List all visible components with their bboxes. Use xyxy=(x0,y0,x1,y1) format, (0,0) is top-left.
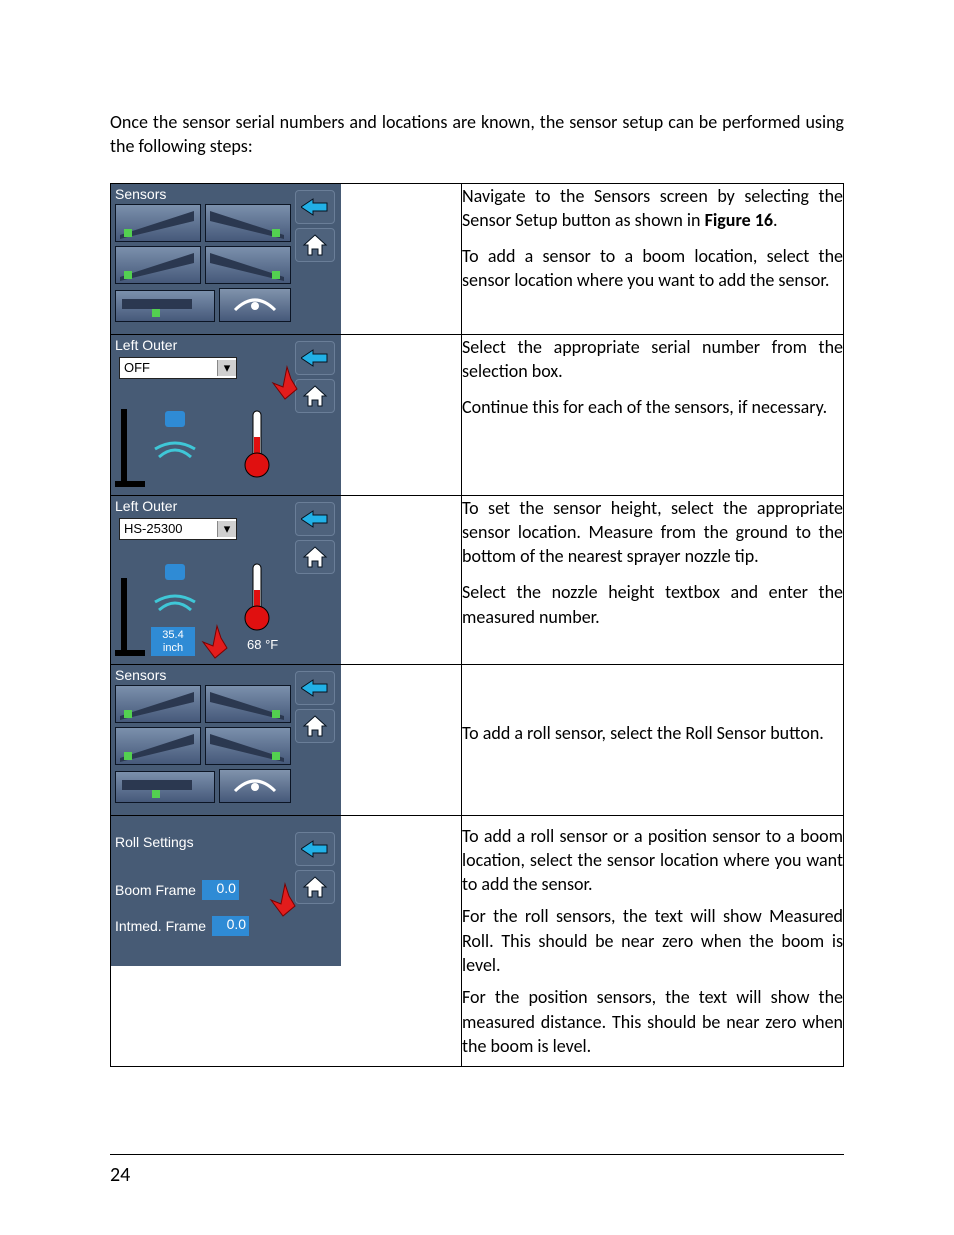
back-button[interactable] xyxy=(295,832,335,866)
ultrasonic-sensor-icon xyxy=(147,562,203,618)
roll-sensor-button[interactable] xyxy=(219,288,291,322)
panel-title: Sensors xyxy=(115,186,166,202)
boom-bottom-left[interactable] xyxy=(115,727,201,765)
boom-frame-icon xyxy=(115,578,145,660)
roll-row-boom-frame[interactable]: Boom Frame 0.0 xyxy=(115,880,239,900)
boom-center[interactable] xyxy=(115,290,215,322)
back-arrow-icon xyxy=(301,197,329,217)
boom-top-right[interactable] xyxy=(205,204,291,242)
roll-sensor-button[interactable] xyxy=(219,769,291,803)
back-button[interactable] xyxy=(295,502,335,536)
roll-settings-panel: Roll Settings Boom Frame 0.0 Intmed. Fra… xyxy=(111,816,341,966)
row2-text1: Select the appropriate serial number fro… xyxy=(462,335,843,384)
row3-text2: Select the nozzle height textbox and ent… xyxy=(462,580,843,629)
roll-row-intmed-frame[interactable]: Intmed. Frame 0.0 xyxy=(115,916,249,936)
panel-title: Left Outer xyxy=(115,498,177,514)
dropdown-caret-icon: ▾ xyxy=(217,360,236,376)
back-button[interactable] xyxy=(295,671,335,705)
row5-text3: For the position sensors, the text will … xyxy=(462,985,843,1058)
boom-top-right[interactable] xyxy=(205,685,291,723)
panel-title: Sensors xyxy=(115,667,166,683)
roll-sensor-icon xyxy=(229,294,281,316)
serial-select-value: HS-25300 xyxy=(120,521,217,536)
boom-top-left[interactable] xyxy=(115,204,201,242)
home-button[interactable] xyxy=(295,709,335,743)
serial-select-value: OFF xyxy=(120,360,217,375)
sensors-panel: Sensors xyxy=(111,665,341,815)
dropdown-caret-icon: ▾ xyxy=(217,521,236,537)
intro-text: Once the sensor serial numbers and locat… xyxy=(110,110,844,159)
row5-text1: To add a roll sensor or a position senso… xyxy=(462,824,843,897)
home-button[interactable] xyxy=(295,228,335,262)
row2-text2: Continue this for each of the sensors, i… xyxy=(462,395,843,419)
row3-text1: To set the sensor height, select the app… xyxy=(462,496,843,569)
height-value: 35.4 xyxy=(151,629,195,641)
roll-row-value: 0.0 xyxy=(212,916,249,936)
panel-title: Roll Settings xyxy=(115,834,194,850)
panel-title: Left Outer xyxy=(115,337,177,353)
home-icon xyxy=(302,545,328,569)
height-unit: inch xyxy=(151,642,195,654)
temperature-label: 68 °F xyxy=(247,637,278,652)
sensors-panel: Sensors xyxy=(111,184,341,334)
boom-frame-icon xyxy=(115,409,145,491)
home-icon xyxy=(302,714,328,738)
nozzle-height-textbox[interactable]: 35.4 inch xyxy=(151,627,195,655)
roll-sensor-icon xyxy=(229,775,281,797)
footer-rule xyxy=(110,1154,844,1155)
row4-text1: To add a roll sensor, select the Roll Se… xyxy=(462,721,843,745)
page-number: 24 xyxy=(110,1163,130,1187)
serial-select[interactable]: OFF ▾ xyxy=(119,357,237,379)
home-button[interactable] xyxy=(295,540,335,574)
left-outer-set-panel: Left Outer HS-25300 ▾ xyxy=(111,496,341,664)
hand-cursor-icon xyxy=(261,876,307,922)
back-arrow-icon xyxy=(301,839,329,859)
boom-bottom-right[interactable] xyxy=(205,246,291,284)
ultrasonic-sensor-icon xyxy=(147,409,203,465)
row5-text2: For the roll sensors, the text will show… xyxy=(462,904,843,977)
thermometer-icon xyxy=(243,409,271,481)
boom-center[interactable] xyxy=(115,771,215,803)
serial-select[interactable]: HS-25300 ▾ xyxy=(119,518,237,540)
roll-row-label: Boom Frame xyxy=(115,882,196,898)
row1-text1: Navigate to the Sensors screen by select… xyxy=(462,184,843,233)
boom-bottom-right[interactable] xyxy=(205,727,291,765)
back-arrow-icon xyxy=(301,509,329,529)
home-icon xyxy=(302,233,328,257)
steps-table: Sensors xyxy=(110,183,844,1068)
hand-cursor-icon xyxy=(263,359,309,405)
roll-row-value: 0.0 xyxy=(202,880,239,900)
thermometer-icon xyxy=(243,562,271,634)
back-button[interactable] xyxy=(295,190,335,224)
left-outer-panel: Left Outer OFF ▾ xyxy=(111,335,341,495)
roll-row-label: Intmed. Frame xyxy=(115,918,206,934)
boom-top-left[interactable] xyxy=(115,685,201,723)
row1-text2: To add a sensor to a boom location, sele… xyxy=(462,244,843,293)
hand-cursor-icon xyxy=(193,618,239,664)
back-arrow-icon xyxy=(301,678,329,698)
boom-bottom-left[interactable] xyxy=(115,246,201,284)
